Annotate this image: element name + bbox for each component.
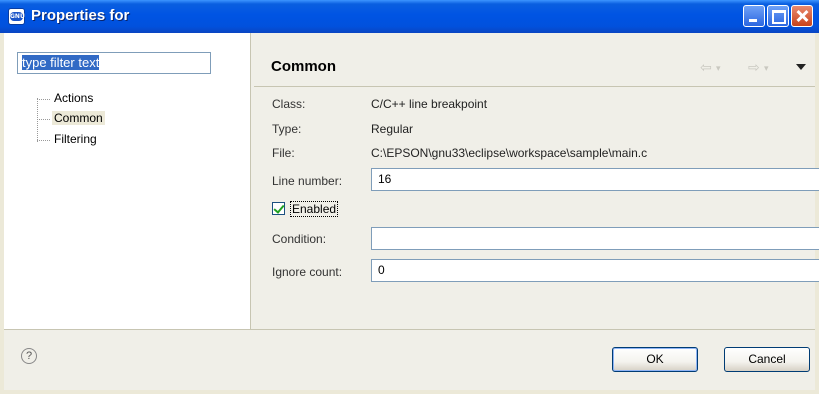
title-bar[interactable]: GNU Properties for (0, 0, 819, 33)
back-dropdown-icon[interactable]: ▾ (716, 64, 721, 74)
sidebar (4, 33, 251, 329)
tree-item-filtering[interactable]: Filtering (52, 132, 99, 146)
back-arrow-icon[interactable]: ⇦ (700, 60, 712, 76)
page-title: Common (271, 58, 336, 75)
tree-connector (37, 119, 50, 120)
class-value: C/C++ line breakpoint (371, 97, 488, 111)
properties-dialog: GNU Properties for type filter text Acti… (0, 0, 819, 394)
window-title: Properties for (31, 7, 130, 24)
enabled-checkbox[interactable] (272, 202, 285, 215)
filter-text: type filter text (22, 55, 100, 70)
forward-arrow-icon[interactable]: ⇨ (748, 60, 760, 76)
line-number-field[interactable]: 16 (371, 168, 819, 191)
tree-item-actions[interactable]: Actions (52, 91, 95, 105)
tree-item-common[interactable]: Common (52, 111, 105, 125)
help-icon[interactable]: ? (21, 348, 37, 364)
class-label: Class: (272, 97, 306, 111)
tree-connector (37, 99, 50, 100)
cancel-button[interactable]: Cancel (724, 347, 810, 372)
file-value: C:\EPSON\gnu33\eclipse\workspace\sample\… (371, 146, 648, 160)
condition-field[interactable] (371, 227, 819, 250)
ignore-count-field[interactable]: 0 (371, 259, 819, 282)
filter-input[interactable]: type filter text (17, 52, 211, 74)
tree-connector (37, 140, 50, 141)
app-icon: GNU (8, 8, 25, 25)
tree-connector (37, 98, 38, 142)
condition-label: Condition: (272, 232, 327, 246)
close-button[interactable] (791, 5, 813, 27)
maximize-button[interactable] (767, 5, 789, 27)
type-label: Type: (272, 122, 302, 136)
forward-dropdown-icon[interactable]: ▾ (764, 64, 769, 74)
ignore-count-label: Ignore count: (272, 265, 343, 279)
line-number-label: Line number: (272, 174, 343, 188)
header-divider (254, 86, 815, 87)
type-value: Regular (371, 122, 414, 136)
minimize-button[interactable] (743, 5, 765, 27)
ok-button[interactable]: OK (612, 347, 698, 372)
view-menu-icon[interactable] (796, 64, 806, 70)
enabled-label[interactable]: Enabled (290, 201, 339, 217)
file-label: File: (272, 146, 295, 160)
